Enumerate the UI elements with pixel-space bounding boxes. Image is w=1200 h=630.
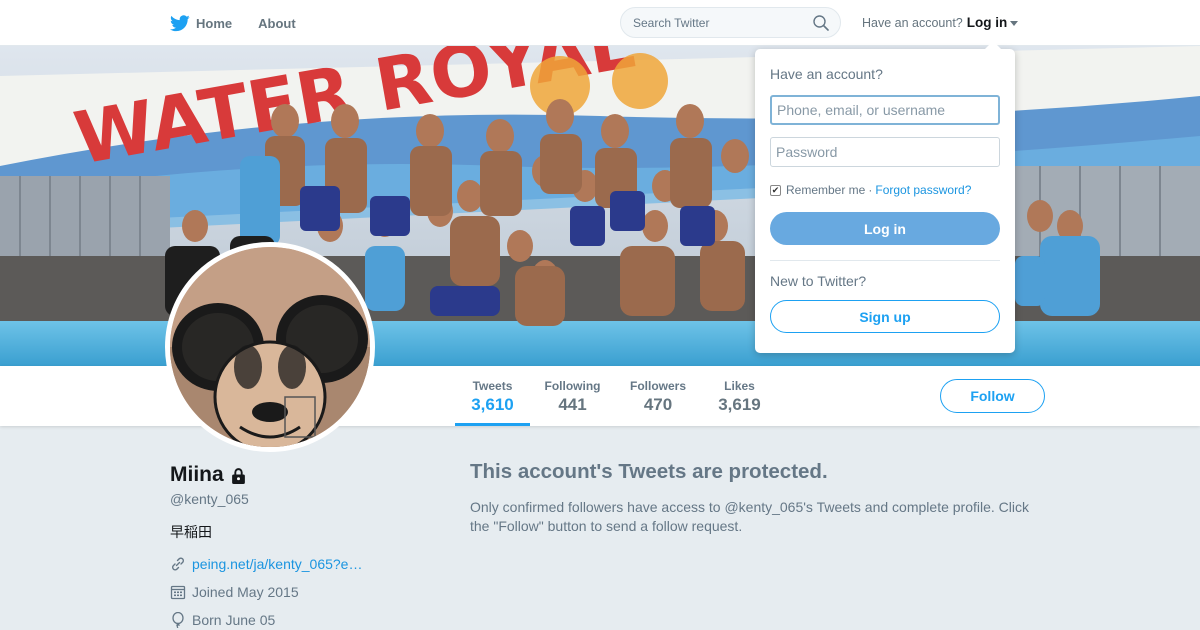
caret-down-icon <box>1010 20 1019 26</box>
login-toggle-label: Log in <box>966 15 1008 30</box>
remember-row: ✔ Remember me · Forgot password? <box>770 183 971 197</box>
nav-home-label: Home <box>196 15 233 31</box>
profile-url-link[interactable]: peing.net/ja/kenty_065?e… <box>192 556 362 572</box>
balloon-icon <box>172 612 184 628</box>
avatar-image <box>170 247 370 447</box>
remember-me-checkbox[interactable]: ✔ <box>770 184 781 196</box>
stat-likes-label: Likes <box>724 379 755 393</box>
remember-me-label[interactable]: Remember me <box>786 183 865 197</box>
login-dropdown-toggle[interactable]: Log in <box>967 15 1019 30</box>
forgot-password-link[interactable]: Forgot password? <box>875 183 971 197</box>
search-box <box>620 7 841 38</box>
login-submit-button[interactable]: Log in <box>770 212 1000 245</box>
stat-following[interactable]: Following 441 <box>540 366 605 426</box>
lock-icon <box>231 467 245 484</box>
remember-separator: · <box>868 183 873 197</box>
profile-url-row: peing.net/ja/kenty_065?e… <box>170 556 362 572</box>
stat-likes[interactable]: Likes 3,619 <box>712 366 767 426</box>
have-account-area: Have an account? Log in <box>862 15 1019 30</box>
profile-birthday-row: Born June 05 <box>170 612 275 628</box>
top-navigation-bar: Home About Have an account? Log in <box>0 0 1200 46</box>
profile-born-text: Born June 05 <box>192 612 276 628</box>
nav-home-link[interactable]: Home <box>170 14 233 32</box>
link-icon <box>172 557 184 571</box>
profile-joined-row: Joined May 2015 <box>170 584 299 600</box>
follow-button[interactable]: Follow <box>940 379 1045 413</box>
password-input[interactable] <box>770 137 1000 167</box>
twitter-bird-icon <box>170 14 190 31</box>
calendar-icon <box>170 585 186 600</box>
search-input[interactable] <box>621 15 806 30</box>
dropdown-heading: Have an account? <box>770 66 883 82</box>
dropdown-divider <box>770 260 1000 261</box>
stat-tweets-label: Tweets <box>472 379 513 393</box>
protected-notice-body: Only confirmed followers have access to … <box>470 499 1029 534</box>
username-input[interactable] <box>770 95 1000 125</box>
stat-tweets-value: 3,610 <box>471 395 514 414</box>
new-to-twitter-text: New to Twitter? <box>770 273 867 289</box>
nav-about-link[interactable]: About <box>258 16 296 31</box>
stat-followers-label: Followers <box>629 379 686 393</box>
protected-notice-title: This account's Tweets are protected. <box>470 460 828 483</box>
search-icon[interactable] <box>813 15 829 31</box>
nav-about-label: About <box>258 15 296 31</box>
signup-button[interactable]: Sign up <box>770 300 1000 333</box>
profile-bio: 早稲田 <box>170 525 212 541</box>
login-dropdown: Have an account? ✔ Remember me · Forgot … <box>755 41 1015 353</box>
have-account-text: Have an account? <box>862 15 963 30</box>
profile-name-text: Miina <box>170 463 224 486</box>
profile-avatar[interactable] <box>165 242 375 452</box>
stat-followers-value: 470 <box>643 395 673 414</box>
stat-tweets[interactable]: Tweets 3,610 <box>455 366 530 426</box>
nav-left-group: Home About <box>170 0 322 46</box>
stat-following-value: 441 <box>558 395 587 414</box>
profile-joined-text: Joined May 2015 <box>192 584 299 600</box>
stat-following-label: Following <box>544 379 601 393</box>
profile-screen-name[interactable]: @kenty_065 <box>170 491 249 507</box>
profile-name[interactable]: Miina <box>170 463 247 487</box>
stat-followers[interactable]: Followers 470 <box>626 366 690 426</box>
stat-likes-value: 3,619 <box>718 395 761 414</box>
